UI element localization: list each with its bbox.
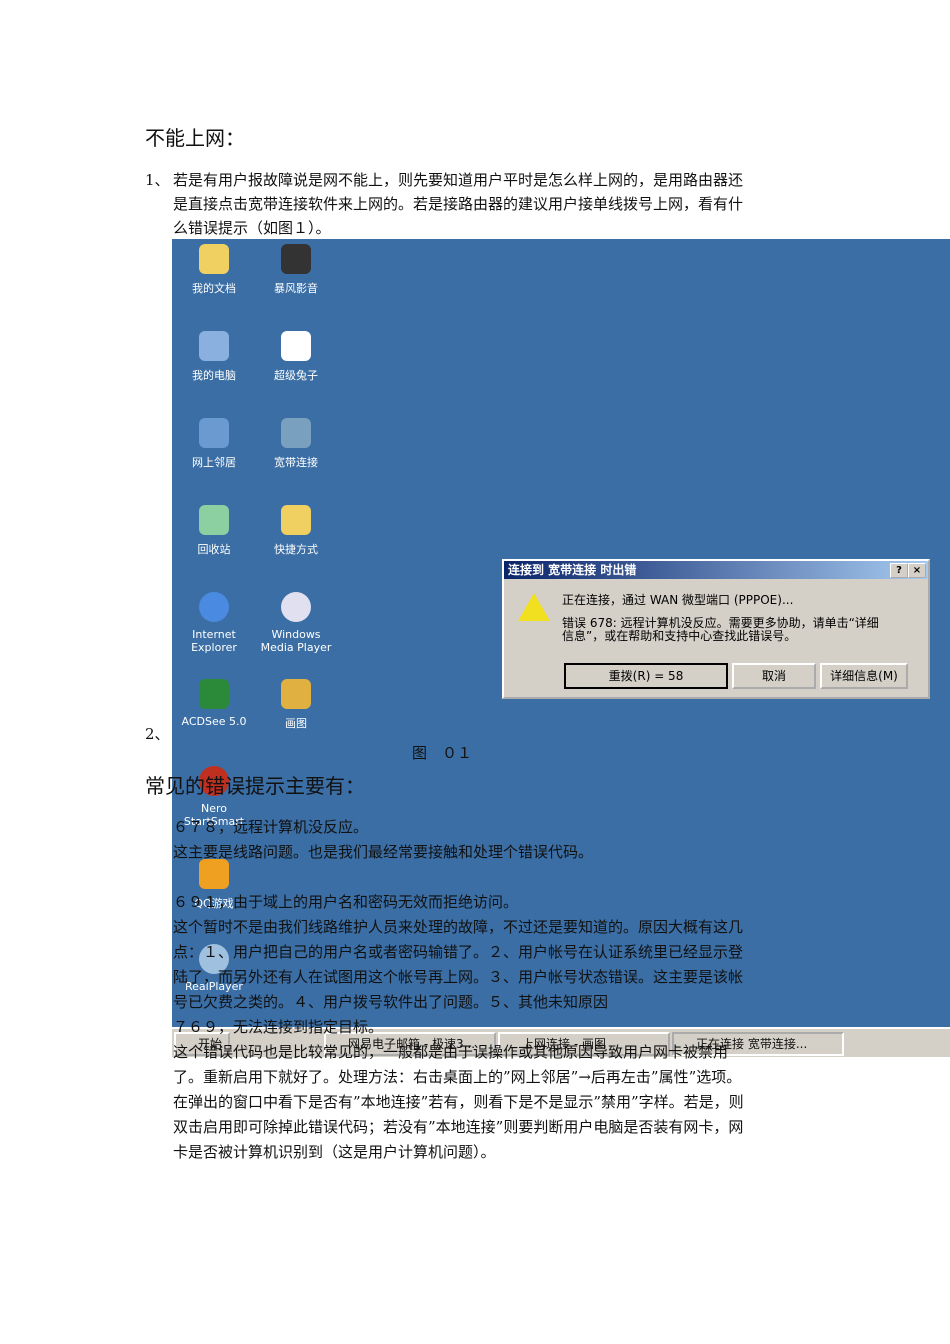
- paragraph-line: 若是有用户报故障说是网不能上，则先要知道用户平时是怎么样上网的，是用路由器还: [173, 171, 744, 189]
- paragraph-line: 是直接点击宽带连接软件来上网的。若是接路由器的建议用户接单线拨号上网，看有什: [173, 195, 744, 213]
- error-dialog: 连接到 宽带连接 时出错 ? × 正在连接，通过 WAN 微型端口 (PPPOE…: [502, 559, 930, 699]
- warning-icon: [518, 593, 550, 621]
- player-icon: [281, 244, 311, 274]
- paragraph-line: 双击启用即可除掉此错误代码；若没有”本地连接”则要判断用户电脑是否装有网卡，网: [173, 1118, 744, 1136]
- redial-button[interactable]: 重拨(R) = 58: [564, 663, 728, 689]
- desktop-icon: 暴风影音: [254, 244, 338, 296]
- desktop-icon: 超级兔子: [254, 331, 338, 383]
- close-button[interactable]: ×: [908, 563, 926, 578]
- error-text: 错误 678: 远程计算机没反应。需要更多协助，请单击“详细 信息”，或在帮助和支…: [562, 616, 879, 643]
- qq-icon: [199, 859, 229, 889]
- error-code: ６９１，由于域上的用户名和密码无效而拒绝访问。: [173, 893, 519, 911]
- document-page: 不能上网： 1、 若是有用户报故障说是网不能上，则先要知道用户平时是怎么样上网的…: [0, 0, 950, 1344]
- desktop-icon: 快捷方式: [254, 505, 338, 557]
- list-number: 2、: [145, 725, 170, 743]
- folder-icon: [199, 244, 229, 274]
- list-number: 1、: [145, 171, 170, 189]
- paragraph-line: 点：１、用户把自己的用户名或者密码输错了。２、用户帐号在认证系统里已经显示登: [173, 943, 744, 961]
- error-code: ６７８，远程计算机没反应。: [173, 818, 369, 836]
- folder-icon: [281, 505, 311, 535]
- help-button[interactable]: ?: [890, 563, 908, 578]
- media-player-icon: [281, 592, 311, 622]
- details-button[interactable]: 详细信息(M): [820, 663, 908, 689]
- desktop-icon: 宽带连接: [254, 418, 338, 470]
- desktop-icon: 我的文档: [172, 244, 256, 296]
- cancel-button[interactable]: 取消: [732, 663, 816, 689]
- desktop-icon: 网上邻居: [172, 418, 256, 470]
- section-heading: 不能上网：: [145, 126, 245, 150]
- section-heading: 常见的错误提示主要有：: [145, 774, 365, 798]
- paragraph-line: 这主要是线路问题。也是我们最经常要接触和处理个错误代码。: [173, 843, 594, 861]
- desktop-icon: Internet Explorer: [172, 592, 256, 654]
- status-text: 正在连接，通过 WAN 微型端口 (PPPOE)...: [562, 593, 794, 607]
- network-icon: [199, 418, 229, 448]
- desktop-icon: Windows Media Player: [254, 592, 338, 654]
- connection-icon: [281, 418, 311, 448]
- desktop-icon: 画图: [254, 679, 338, 731]
- paragraph-line: 这个错误代码也是比较常见的，一般都是由于误操作或其他原因导致用户网卡被禁用: [173, 1043, 729, 1061]
- paragraph-line: 么错误提示（如图１）。: [173, 219, 331, 237]
- ie-icon: [199, 592, 229, 622]
- dialog-title-bar: 连接到 宽带连接 时出错 ? ×: [504, 561, 928, 579]
- rabbit-icon: [281, 331, 311, 361]
- acdsee-icon: [199, 679, 229, 709]
- error-code: ７６９，无法连接到指定目标。: [173, 1018, 384, 1036]
- computer-icon: [199, 331, 229, 361]
- figure-caption: 图 ０１: [412, 744, 473, 762]
- paragraph-line: 了。重新启用下就好了。处理方法：右击桌面上的”网上邻居”→后再左击”属性”选项。: [173, 1068, 742, 1086]
- recycle-bin-icon: [199, 505, 229, 535]
- desktop-icon: 我的电脑: [172, 331, 256, 383]
- desktop-icon: ACDSee 5.0: [172, 679, 256, 728]
- paint-icon: [281, 679, 311, 709]
- paragraph-line: 在弹出的窗口中看下是否有”本地连接”若有，则看下是不是显示”禁用”字样。若是，则: [173, 1093, 744, 1111]
- paragraph-line: 这个暂时不是由我们线路维护人员来处理的故障，不过还是要知道的。原因大概有这几: [173, 918, 744, 936]
- paragraph-line: 陆了，而另外还有人在试图用这个帐号再上网。３、用户帐号状态错误。这主要是该帐: [173, 968, 744, 986]
- desktop-icon: 回收站: [172, 505, 256, 557]
- paragraph-line: 卡是否被计算机识别到（这是用户计算机问题）。: [173, 1143, 496, 1161]
- paragraph-line: 号已欠费之类的。４、用户拨号软件出了问题。５、其他未知原因: [173, 993, 609, 1011]
